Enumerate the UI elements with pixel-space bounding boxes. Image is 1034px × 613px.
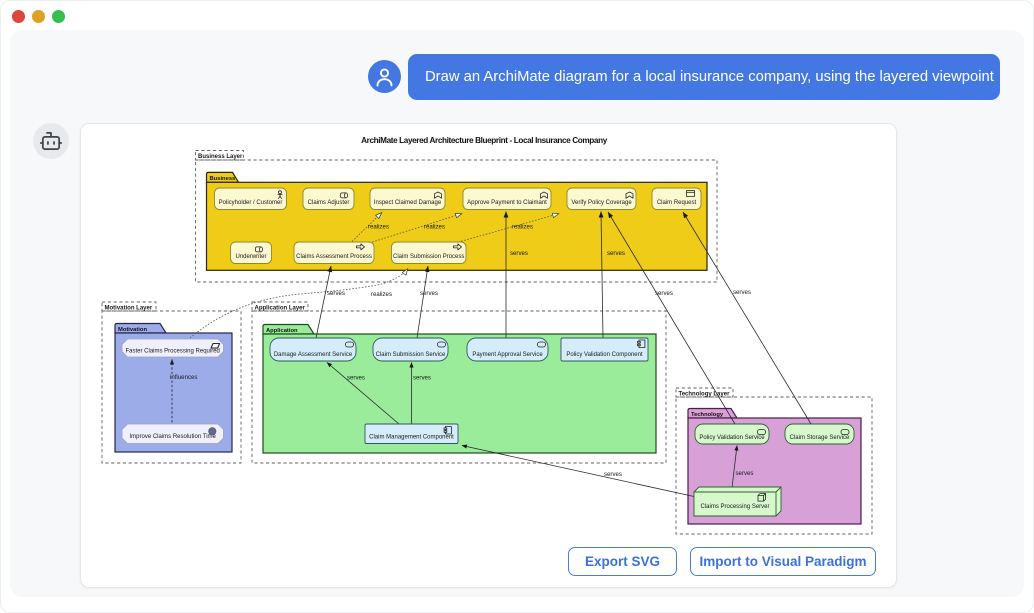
svg-text:Application Layer: Application Layer [255, 306, 306, 312]
svg-text:serves: serves [413, 375, 431, 382]
svg-text:Business: Business [210, 176, 236, 182]
svg-text:Motivation Layer: Motivation Layer [105, 306, 153, 312]
svg-text:Inspect Claimed Damage: Inspect Claimed Damage [374, 200, 442, 206]
svg-text:Technology: Technology [691, 412, 724, 418]
svg-text:realizes: realizes [512, 224, 533, 231]
svg-text:Claim Request: Claim Request [657, 200, 697, 206]
svg-text:Claim Submission Service: Claim Submission Service [376, 352, 446, 358]
svg-text:Verify Policy Coverage: Verify Policy Coverage [571, 200, 632, 206]
svg-text:Policyholder / Customer: Policyholder / Customer [219, 200, 283, 206]
svg-text:serves: serves [510, 250, 528, 257]
svg-text:Application: Application [266, 328, 298, 334]
svg-text:serves: serves [607, 250, 625, 257]
svg-text:realizes: realizes [368, 224, 389, 231]
svg-text:Claim Submission Process: Claim Submission Process [393, 254, 464, 260]
svg-text:Claims Processing Server: Claims Processing Server [700, 504, 769, 510]
svg-text:serves: serves [736, 470, 754, 477]
svg-text:serves: serves [420, 290, 438, 297]
svg-text:realizes: realizes [424, 224, 445, 231]
svg-text:Payment Approval Service: Payment Approval Service [472, 352, 543, 358]
svg-text:Underwriter: Underwriter [235, 254, 266, 260]
svg-text:Claims Adjuster: Claims Adjuster [308, 200, 350, 206]
svg-text:Business Layer: Business Layer [198, 154, 243, 160]
svg-text:Improve Claims Resolution Time: Improve Claims Resolution Time [130, 434, 217, 440]
svg-text:Motivation: Motivation [118, 327, 147, 333]
svg-text:serves: serves [327, 290, 345, 297]
svg-text:serves: serves [347, 375, 365, 382]
svg-text:Claim Storage Service: Claim Storage Service [790, 435, 850, 441]
svg-text:ArchiMate Layered Architecture: ArchiMate Layered Architecture Blueprint… [361, 136, 608, 145]
svg-text:Claims Assessment Process: Claims Assessment Process [296, 254, 372, 260]
svg-text:Damage Assessment Service: Damage Assessment Service [274, 352, 353, 358]
svg-text:Technology Layer: Technology Layer [679, 392, 731, 398]
svg-text:serves: serves [604, 471, 622, 478]
svg-text:Faster Claims Processing Requi: Faster Claims Processing Required [126, 349, 220, 355]
svg-text:serves: serves [733, 289, 751, 296]
svg-text:serves: serves [655, 290, 673, 297]
svg-text:Policy Validation Component: Policy Validation Component [566, 352, 643, 358]
svg-text:influences: influences [170, 374, 197, 381]
svg-text:realizes: realizes [371, 291, 392, 298]
svg-text:Approve Payment to Claimant: Approve Payment to Claimant [467, 200, 547, 206]
svg-text:Policy Validation Service: Policy Validation Service [699, 435, 765, 441]
svg-text:Claim Management Component: Claim Management Component [369, 435, 454, 441]
